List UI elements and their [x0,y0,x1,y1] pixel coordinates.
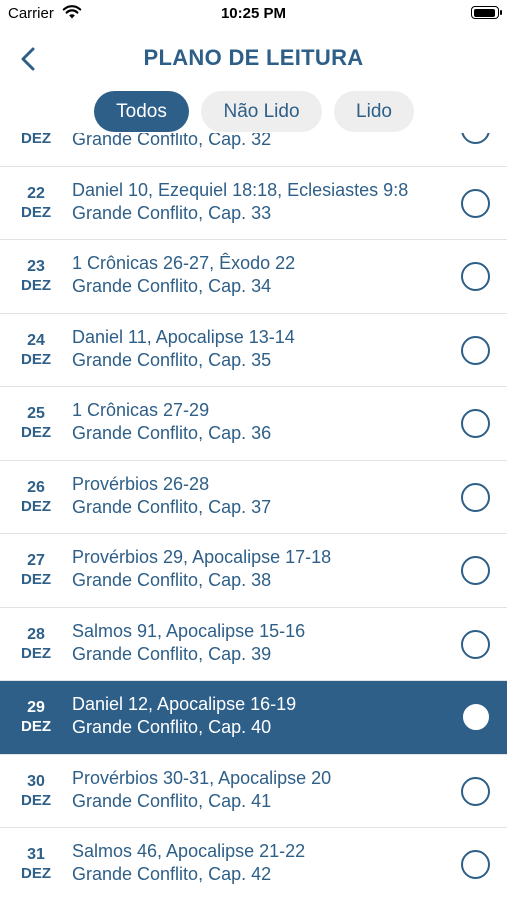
date-day: 24 [27,331,45,349]
reading-list-item[interactable]: 23 DEZ 1 Crônicas 26-27, Êxodo 22 Grande Co… [0,240,507,314]
reading-list-item[interactable]: 24 DEZ Daniel 11, Apocalipse 13-14 Grande C… [0,313,507,387]
clock: 10:25 PM [220,5,287,22]
reading-texts: 1 Crônicas 26-27, Êxodo 22 Grande Conflit… [72,252,295,298]
bible-reading: Daniel 12, Apocalipse 16-19 [72,694,297,714]
bible-reading: Salmos 46, Apocalipse 21-22 [72,841,306,861]
reading-texts: 1 Crônicas 27-29 Grande Conflito, Cap. 36 [72,399,271,445]
reading-date: 29 DEZ [14,698,58,736]
reading-list-item[interactable]: 27 DEZ Provérbios 29, Apocalipse 17-18 Gran… [0,534,507,608]
date-month: DEZ [21,791,51,809]
reading-plan-list[interactable]: 21DEZ Daniel 9, Ezequiel 18Grande Conflit… [0,133,507,900]
date-month: DEZ [21,644,51,662]
bible-reading: Daniel 10, Ezequiel 18:18, Eclesiastes 9… [72,179,409,200]
filter-tabs: Todos Não Lido Lido [0,91,507,133]
reading-list-item[interactable]: 25 DEZ 1 Crônicas 27-29 Grande Conflito, Ca… [0,387,507,461]
reading-date: 26 DEZ [14,478,58,516]
date-day: 31 [27,846,45,863]
reading-date: 30 DEZ [14,772,58,810]
reading-list-item[interactable]: 28 DEZ Salmos 91, Apocalipse 15-16 Grande C… [0,607,507,681]
read-status-radio[interactable] [461,188,490,218]
date-day: 23 [27,258,45,275]
date-month: DEZ [21,277,51,294]
reading-date: 23 DEZ [14,257,58,295]
reading-texts: Salmos 91, Apocalipse 15-16 Grande Confli… [72,620,305,666]
read-status-radio[interactable] [461,776,490,806]
date-day: 26 [27,478,45,496]
reading-date: 21DEZ [14,133,58,148]
book-chapter: Grande Conflito, Cap. 35 [72,349,272,370]
book-chapter: Grande Conflito, Cap. 34 [72,276,272,296]
date-day: 28 [27,625,45,643]
date-month: DEZ [21,133,51,147]
date-day: 30 [27,772,45,790]
reading-texts: Daniel 9, Ezequiel 18Grande Conflito, Ca… [72,133,271,151]
date-month: DEZ [21,497,51,515]
read-status-radio[interactable] [463,704,489,730]
tab-lido[interactable]: Lido [334,91,414,132]
reading-texts: Salmos 46, Apocalipse 21-22 Grande Confli… [72,840,305,886]
reading-date: 22 DEZ [14,184,58,222]
read-status-radio[interactable] [461,335,490,365]
read-status-radio[interactable] [461,262,490,291]
date-month: DEZ [21,571,51,588]
date-month: DEZ [21,718,51,735]
book-chapter: Grande Conflito, Cap. 41 [72,790,272,811]
page-title: PLANO DE LEITURA [143,45,364,70]
tab-todos[interactable]: Todos [94,91,189,132]
reading-list-item[interactable]: 31 DEZ Salmos 46, Apocalipse 21-22 Grande C… [0,828,507,900]
tab-nao-lido[interactable]: Não Lido [201,91,322,132]
reading-list-item[interactable]: 26 DEZ Provérbios 26-28 Grande Conflito, Ca… [0,460,507,534]
status-bar: Carrier 10:25 PM [0,0,507,28]
book-chapter: Grande Conflito, Cap. 33 [72,202,272,223]
reading-date: 24 DEZ [14,331,58,369]
reading-date: 28 DEZ [14,625,58,663]
reading-texts: Daniel 11, Apocalipse 13-14 Grande Confli… [72,326,295,372]
reading-list-item[interactable]: 30 DEZ Provérbios 30-31, Apocalipse 20 Gran… [0,754,507,828]
reading-list-item[interactable]: 22 DEZ Daniel 10, Ezequiel 18:18, Eclesias… [0,166,507,240]
read-status-radio[interactable] [461,482,490,512]
reading-date: 27 DEZ [14,551,58,589]
bible-reading: Daniel 11, Apocalipse 13-14 [72,326,295,347]
book-chapter: Grande Conflito, Cap. 42 [72,864,272,884]
reading-texts: Daniel 12, Apocalipse 16-19 Grande Confli… [72,693,296,739]
book-chapter: Grande Conflito, Cap. 32 [72,133,272,149]
date-day: 29 [27,699,45,716]
bible-reading: Salmos 91, Apocalipse 15-16 [72,620,306,641]
date-month: DEZ [21,424,51,441]
read-status-radio[interactable] [461,629,490,659]
reading-list-item[interactable]: 21DEZ Daniel 9, Ezequiel 18Grande Conflit… [0,133,507,167]
reading-date: 31 DEZ [14,845,58,883]
date-day: 25 [27,405,45,422]
bible-reading: Provérbios 29, Apocalipse 17-18 [72,547,332,567]
date-month: DEZ [21,350,51,368]
battery-icon [471,6,502,19]
reading-texts: Provérbios 29, Apocalipse 17-18 Grande Co… [72,546,331,592]
reading-plan-rows: 21DEZ Daniel 9, Ezequiel 18Grande Conflit… [0,133,507,900]
reading-texts: Provérbios 30-31, Apocalipse 20 Grande Co… [72,767,331,813]
book-chapter: Grande Conflito, Cap. 40 [72,717,272,737]
date-day: 22 [27,184,45,202]
book-chapter: Grande Conflito, Cap. 39 [72,643,272,664]
reading-list-item[interactable]: 29 DEZ Daniel 12, Apocalipse 16-19 Grande C… [0,681,507,755]
reading-texts: Daniel 10, Ezequiel 18:18, Eclesiastes 9… [72,179,408,225]
book-chapter: Grande Conflito, Cap. 37 [72,496,272,517]
book-chapter: Grande Conflito, Cap. 36 [72,423,272,443]
read-status-radio[interactable] [461,133,490,144]
read-status-radio[interactable] [461,409,490,438]
reading-texts: Provérbios 26-28 Grande Conflito, Cap. 37 [72,473,271,519]
bible-reading: Provérbios 30-31, Apocalipse 20 [72,767,332,788]
read-status-radio[interactable] [461,556,490,585]
reading-date: 25 DEZ [14,404,58,442]
read-status-radio[interactable] [461,850,490,879]
bible-reading: 1 Crônicas 27-29 [72,400,210,420]
bible-reading: Provérbios 26-28 [72,473,210,494]
book-chapter: Grande Conflito, Cap. 38 [72,570,272,590]
date-month: DEZ [21,865,51,882]
date-month: DEZ [21,203,51,221]
date-day: 27 [27,552,45,569]
bible-reading: 1 Crônicas 26-27, Êxodo 22 [72,253,296,273]
